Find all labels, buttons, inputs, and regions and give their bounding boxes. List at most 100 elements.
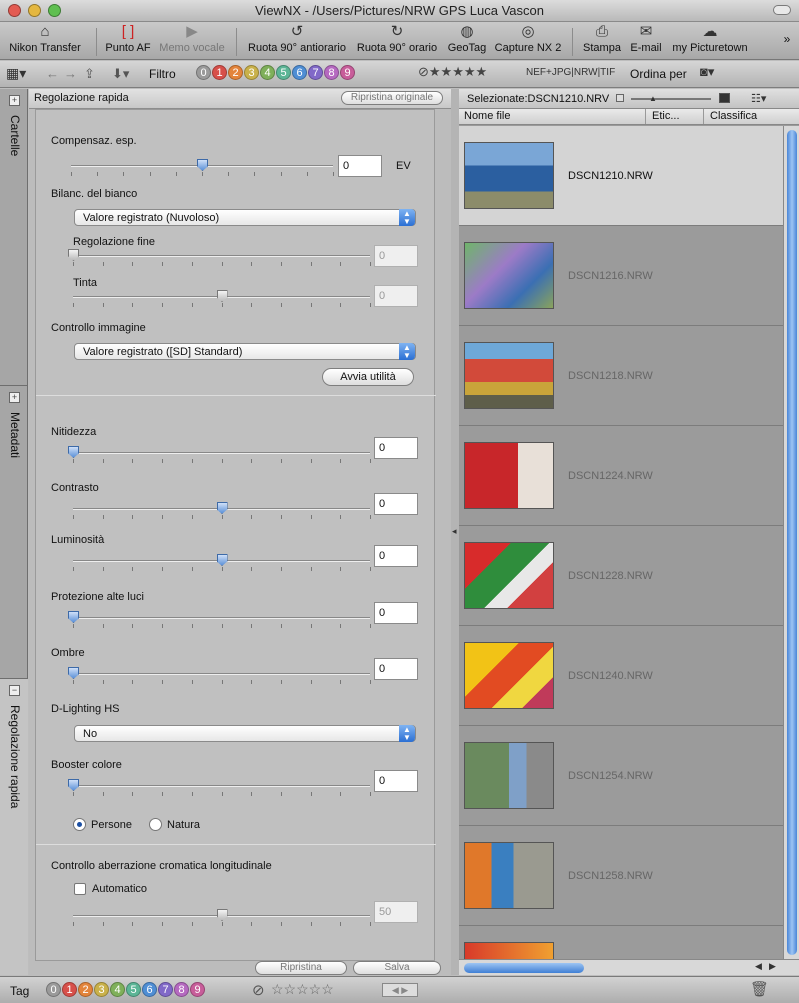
trash-icon[interactable]: 🗑 (750, 980, 769, 998)
launch-utility-button[interactable]: Avvia utilità (322, 368, 414, 386)
label-filter-4[interactable]: 4 (260, 65, 275, 80)
horizontal-scroll-thumb[interactable] (464, 963, 584, 973)
email-button[interactable]: ✉ E-mail (628, 22, 664, 60)
label-filter-9[interactable]: 9 (340, 65, 355, 80)
slider-thumb[interactable] (68, 779, 79, 791)
label-filter-6[interactable]: 6 (292, 65, 307, 80)
file-row[interactable]: DSCN1216.NRW (459, 226, 783, 326)
horizontal-scrollbar[interactable]: ◀ ▶ (459, 959, 799, 975)
up-folder-icon[interactable]: ⇪ (84, 66, 95, 82)
vertical-scrollbar[interactable] (783, 126, 799, 959)
rotate-ccw-button[interactable]: ↺ Ruota 90° antiorario (246, 22, 348, 60)
file-row[interactable]: DSCN1224.NRW (459, 426, 783, 526)
highlight-protection-slider[interactable] (68, 611, 371, 628)
label-filter-7[interactable]: 7 (308, 65, 323, 80)
slider-thumb[interactable] (68, 446, 79, 458)
d-lighting-select[interactable]: No ▲ ▼ (74, 725, 416, 742)
sharpness-input[interactable]: 0 (374, 437, 418, 459)
save-button[interactable]: Salva (353, 961, 441, 975)
back-arrow-icon[interactable]: ← (46, 66, 59, 81)
label-filter-1[interactable]: 1 (212, 65, 227, 80)
label-filter-2[interactable]: 2 (228, 65, 243, 80)
file-row[interactable]: DSCN1240.NRW (459, 626, 783, 726)
exposure-slider[interactable] (71, 159, 334, 176)
shadows-input[interactable]: 0 (374, 658, 418, 680)
voice-memo-button[interactable]: ▶ Memo vocale (158, 22, 226, 60)
slider-thumb[interactable] (68, 611, 79, 623)
panel-splitter[interactable]: ◂ (451, 89, 459, 975)
nav-arrows-icon[interactable]: ◀ ▶ (382, 983, 418, 997)
slider-thumb[interactable] (216, 909, 228, 921)
highlight-protection-input[interactable]: 0 (374, 602, 418, 624)
no-rating-icon[interactable]: ⊘ (252, 981, 265, 999)
print-button[interactable]: ⎙ Stampa (582, 22, 622, 60)
brightness-input[interactable]: 0 (374, 545, 418, 567)
tab-cartelle[interactable]: + Cartelle (0, 89, 28, 386)
tag-label-5[interactable]: 5 (126, 982, 141, 997)
slider-thumb[interactable] (68, 249, 79, 261)
aberration-input[interactable]: 50 (374, 901, 418, 923)
view-mode-grid-icon[interactable]: ▦▾ (6, 65, 36, 83)
tint-input[interactable]: 0 (374, 285, 418, 307)
slider-thumb[interactable] (68, 667, 79, 679)
reset-button[interactable]: Ripristina (255, 961, 347, 975)
thumb-small-icon[interactable] (616, 94, 624, 102)
fine-tune-input[interactable]: 0 (374, 245, 418, 267)
file-row[interactable]: DSCN1210.NRW (459, 126, 783, 226)
expand-icon[interactable]: + (9, 392, 20, 403)
aberration-slider[interactable] (73, 909, 371, 926)
tint-slider[interactable] (73, 290, 371, 307)
forward-arrow-icon[interactable]: → (64, 66, 77, 81)
file-row[interactable]: DSCN1228.NRW (459, 526, 783, 626)
tag-label-3[interactable]: 3 (94, 982, 109, 997)
brightness-slider[interactable] (73, 554, 371, 571)
sharpness-slider[interactable] (68, 446, 371, 463)
auto-checkbox[interactable] (74, 883, 86, 895)
contrast-input[interactable]: 0 (374, 493, 418, 515)
color-booster-input[interactable]: 0 (374, 770, 418, 792)
list-view-icon[interactable]: ☷▾ (751, 92, 766, 105)
label-filter-8[interactable]: 8 (324, 65, 339, 80)
restore-original-button[interactable]: Ripristina originale (341, 91, 443, 105)
slider-thumb[interactable] (216, 554, 228, 566)
tag-label-0[interactable]: 0 (46, 982, 61, 997)
people-radio[interactable] (73, 818, 86, 831)
picturetown-button[interactable]: ☁ my Picturetown (670, 22, 750, 60)
label-filter-0[interactable]: 0 (196, 65, 211, 80)
picture-control-select[interactable]: Valore registrato ([SD] Standard) ▲ ▼ (74, 343, 416, 360)
color-booster-slider[interactable] (68, 779, 371, 796)
tag-label-9[interactable]: 9 (190, 982, 205, 997)
nature-radio[interactable] (149, 818, 162, 831)
file-row[interactable]: DSCN1254.NRW (459, 726, 783, 826)
file-row[interactable]: DSCN1258.NRW (459, 826, 783, 926)
tag-label-2[interactable]: 2 (78, 982, 93, 997)
tab-regolazione-rapida[interactable]: − Regolazione rapida (0, 679, 28, 975)
tag-label-6[interactable]: 6 (142, 982, 157, 997)
af-point-button[interactable]: [ ] Punto AF (104, 22, 152, 60)
scroll-left-icon[interactable]: ◀ (755, 961, 762, 972)
slider-thumb[interactable] (216, 290, 228, 302)
shadows-slider[interactable] (68, 667, 371, 684)
expand-icon[interactable]: + (9, 95, 20, 106)
file-row[interactable]: DSCN1218.NRW (459, 326, 783, 426)
label-filter-5[interactable]: 5 (276, 65, 291, 80)
scroll-right-icon[interactable]: ▶ (769, 961, 776, 972)
rating-filter[interactable]: ⊘★★★★★ (418, 64, 487, 80)
column-filename[interactable]: Nome file (464, 110, 510, 122)
rating-stars[interactable]: ☆☆☆☆☆ (271, 981, 334, 998)
fine-tune-slider[interactable] (68, 249, 371, 266)
slider-thumb[interactable] (216, 502, 228, 514)
column-label[interactable]: Etic... (652, 110, 680, 122)
exposure-input[interactable]: 0 (338, 155, 382, 177)
tag-label-8[interactable]: 8 (174, 982, 189, 997)
label-filter-3[interactable]: 3 (244, 65, 259, 80)
thumbnail-size-slider[interactable] (631, 98, 711, 100)
thumb-large-icon[interactable] (719, 93, 730, 103)
collapse-icon[interactable]: − (9, 685, 20, 696)
tag-label-7[interactable]: 7 (158, 982, 173, 997)
tag-label-4[interactable]: 4 (110, 982, 125, 997)
geotag-button[interactable]: ◍ GeoTag (446, 22, 488, 60)
slider-thumb[interactable] (197, 159, 208, 171)
column-rating[interactable]: Classifica (710, 110, 757, 122)
file-row[interactable] (459, 926, 783, 959)
